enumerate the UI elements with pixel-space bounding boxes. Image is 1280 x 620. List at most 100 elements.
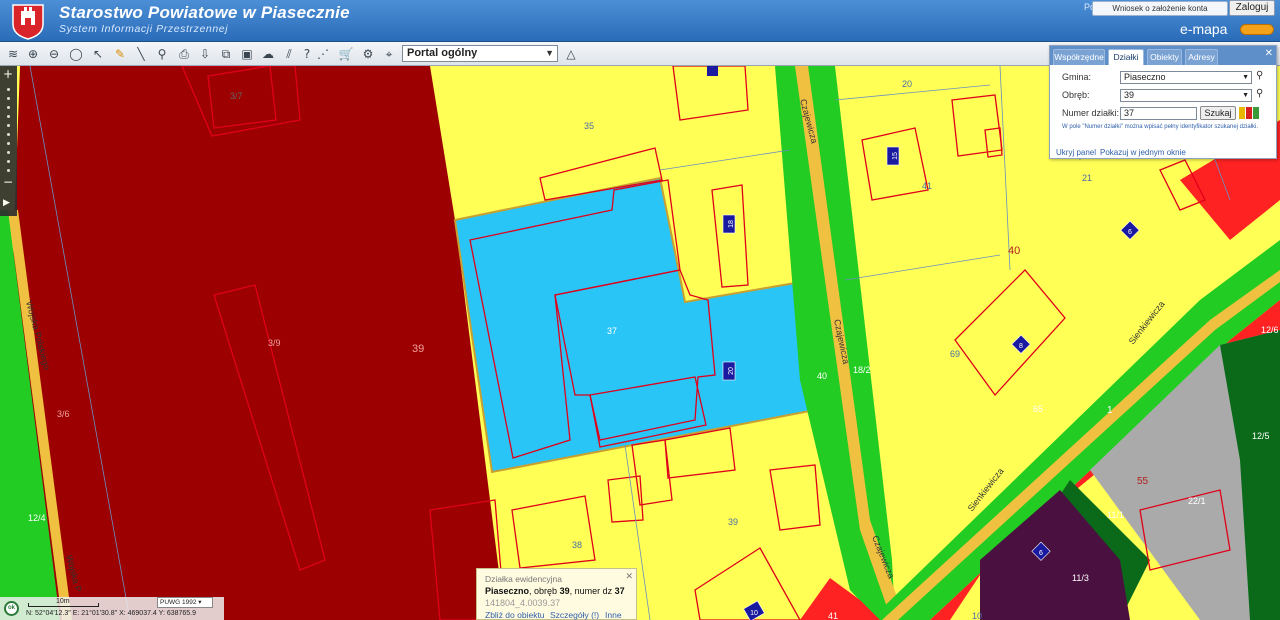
copy-icon[interactable]: ⧉ xyxy=(218,46,234,62)
zoom-plus-icon[interactable]: + xyxy=(3,68,13,80)
zoom-level-dot[interactable] xyxy=(7,97,10,100)
login-button[interactable]: Zaloguj xyxy=(1229,0,1275,16)
obreb-select[interactable]: 39 ▼ xyxy=(1120,89,1252,102)
parcel-label-69: 69 xyxy=(950,349,960,359)
expand-panel-icon[interactable]: ▶ xyxy=(3,197,10,209)
coordinates-readout: N: 52°04'12.3" E: 21°01'30.8" X: 469037.… xyxy=(26,610,196,617)
popup-heading: Działka ewidencyjna xyxy=(485,574,563,584)
popup-desc-mid: , obręb xyxy=(529,586,560,596)
brand-badge xyxy=(1240,24,1274,35)
zoom-out-icon[interactable]: ⊖ xyxy=(46,46,62,62)
close-icon[interactable]: ✕ xyxy=(625,572,633,582)
tab-wspolrzedne[interactable]: Współrzędne xyxy=(1053,49,1105,65)
portal-select[interactable]: Portal ogólny ▼ xyxy=(402,45,558,62)
pointer-icon[interactable]: ↖ xyxy=(90,46,106,62)
zoom-level-dot[interactable] xyxy=(7,169,10,172)
tab-dzialki[interactable]: Działki xyxy=(1108,49,1144,65)
zoom-level-dot[interactable] xyxy=(7,151,10,154)
window-icon[interactable]: ▣ xyxy=(239,46,255,62)
tab-adresy[interactable]: Adresy xyxy=(1185,49,1218,65)
parcel-label-39-red: 39 xyxy=(412,343,424,355)
zoom-level-dot[interactable] xyxy=(7,106,10,109)
parcel-label-12-5: 12/5 xyxy=(1252,431,1270,441)
popup-identifier: 141804_4.0039.37 xyxy=(485,598,561,608)
zoom-level-dot[interactable] xyxy=(7,142,10,145)
gmina-select[interactable]: Piaseczno ▼ xyxy=(1120,71,1252,84)
brand-logo-text: e-mapa xyxy=(1180,21,1228,37)
parcel-label-18-2: 18/2 xyxy=(853,365,871,375)
popup-desc-mid2: , numer dz xyxy=(569,586,615,596)
hatch-icon[interactable]: ⫽ xyxy=(281,46,297,62)
popup-obreb: 39 xyxy=(559,586,570,596)
search-button[interactable]: Szukaj xyxy=(1200,106,1236,120)
popup-number: 37 xyxy=(614,586,625,596)
parcel-label-12-4: 12/4 xyxy=(28,513,46,523)
help-icon[interactable]: ? xyxy=(299,46,315,62)
ruler-icon[interactable]: ⋰ xyxy=(315,46,331,62)
print-icon[interactable]: ⎙ xyxy=(176,46,192,62)
search-icon[interactable]: ⚲ xyxy=(1256,88,1263,99)
other-link[interactable]: Inne xyxy=(605,610,622,620)
parcel-label-11-1: 11/1 xyxy=(1107,510,1124,520)
parcel-label-40: 40 xyxy=(1008,245,1020,257)
zoom-level-dot[interactable] xyxy=(7,88,10,91)
cart-icon[interactable]: 🛒 xyxy=(338,46,354,62)
hide-panel-link[interactable]: Ukryj panel xyxy=(1056,148,1096,157)
parcel-label-11-3: 11/3 xyxy=(1072,573,1089,583)
color-swatch-green[interactable] xyxy=(1253,107,1259,119)
search-icon[interactable]: ⚲ xyxy=(1256,70,1263,81)
popup-description: Piaseczno, obręb 39, numer dz 37 xyxy=(485,586,625,596)
zoom-in-icon[interactable]: ⊕ xyxy=(25,46,41,62)
locate-icon[interactable]: ⌖ xyxy=(381,46,397,62)
download-icon[interactable]: ⇩ xyxy=(197,46,213,62)
address-label-20: 20 xyxy=(728,367,735,375)
color-swatch-red[interactable] xyxy=(1246,107,1252,119)
portal-select-value: Portal ogólny xyxy=(407,47,478,59)
terrain-icon[interactable]: △ xyxy=(563,46,579,62)
panel-tabs: Współrzędne Działki Obiekty Adresy ✕ xyxy=(1050,46,1276,65)
parcel-label-41: 41 xyxy=(922,181,932,191)
cloud-icon[interactable]: ☁ xyxy=(260,46,276,62)
address-label-18: 18 xyxy=(728,220,735,228)
details-link[interactable]: Szczegóły (!) xyxy=(550,610,599,620)
parcel-label-1: 1 xyxy=(1107,405,1113,416)
gmina-value: Piaseczno xyxy=(1124,72,1166,82)
parcel-label-3-6: 3/6 xyxy=(57,409,70,419)
parcel-number-input[interactable]: 37 xyxy=(1120,107,1197,120)
color-swatch-yellow[interactable] xyxy=(1239,107,1245,119)
zoom-level-dot[interactable] xyxy=(7,133,10,136)
tab-obiekty[interactable]: Obiekty xyxy=(1147,49,1182,65)
measure-distance-icon[interactable]: ╲ xyxy=(133,46,149,62)
parcel-label-21: 21 xyxy=(1082,173,1092,183)
close-icon[interactable]: ✕ xyxy=(1265,48,1273,59)
measure-area-icon[interactable]: ⚲ xyxy=(154,46,170,62)
pencil-icon[interactable]: ✎ xyxy=(112,46,128,62)
address-label-6b: 6 xyxy=(1039,550,1043,557)
parcel-label-3-9: 3/9 xyxy=(268,338,281,348)
zoom-bar: + − ▶ xyxy=(0,66,17,216)
app: Starostwo Powiatowe w Piasecznie System … xyxy=(0,0,1280,620)
zoom-level-dot[interactable] xyxy=(7,115,10,118)
numer-label: Numer działki: xyxy=(1062,108,1120,118)
parcel-label-20: 20 xyxy=(902,79,912,89)
crs-value: PUWG 1992 xyxy=(160,599,197,606)
zoom-minus-icon[interactable]: − xyxy=(3,176,13,188)
panel-hint: W pole "Numer działki" można wpisać pełn… xyxy=(1062,124,1259,130)
zoom-extent-icon[interactable]: ◯ xyxy=(68,46,84,62)
layers-icon[interactable]: ≋ xyxy=(5,46,21,62)
address-label-15: 15 xyxy=(892,152,899,160)
zoom-level-dot[interactable] xyxy=(7,124,10,127)
app-subtitle: System Informacji Przestrzennej xyxy=(59,23,229,35)
latitude-readout: N: 52°04'12.3" xyxy=(26,610,71,617)
parcel-label-55: 55 xyxy=(1137,476,1149,487)
settings-icon[interactable]: ⚙ xyxy=(360,46,376,62)
zoom-to-object-link[interactable]: Zbliż do obiektu xyxy=(485,610,545,620)
parcel-label-37: 37 xyxy=(607,326,617,336)
zoom-level-dot[interactable] xyxy=(7,160,10,163)
coat-of-arms-logo xyxy=(12,4,44,40)
single-window-link[interactable]: Pokazuj w jednym oknie xyxy=(1100,148,1186,157)
ok-icon[interactable]: ok xyxy=(4,601,19,616)
crs-select[interactable]: PUWG 1992 ▾ xyxy=(157,597,213,608)
request-account-button[interactable]: Wniosek o założenie konta xyxy=(1092,1,1228,16)
parcel-label-12-6: 12/6 xyxy=(1261,325,1279,335)
